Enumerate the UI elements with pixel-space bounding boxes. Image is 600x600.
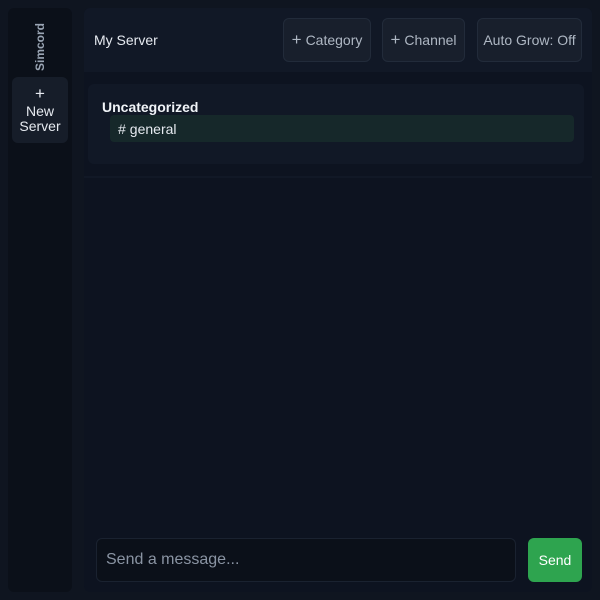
- add-channel-button[interactable]: + Channel: [382, 18, 465, 62]
- divider: [84, 176, 592, 178]
- category-name[interactable]: Uncategorized: [102, 99, 198, 115]
- message-input[interactable]: [96, 538, 516, 582]
- server-rail: Simcord + New Server: [8, 8, 72, 592]
- auto-grow-toggle[interactable]: Auto Grow: Off: [477, 18, 582, 62]
- hash-icon: #: [118, 120, 126, 137]
- auto-grow-label: Auto Grow: Off: [483, 32, 576, 48]
- plus-icon: +: [291, 30, 302, 49]
- new-server-label: New Server: [19, 103, 61, 134]
- add-category-label: Category: [305, 32, 363, 48]
- plus-icon: +: [35, 84, 45, 103]
- category-section: Uncategorized # general: [88, 84, 584, 164]
- channel-name: general: [129, 120, 177, 137]
- app-name: Simcord: [32, 22, 47, 72]
- channel-item-general[interactable]: # general: [110, 115, 574, 142]
- server-header: My Server + Category + Channel Auto Grow…: [84, 8, 592, 72]
- send-button[interactable]: Send: [528, 538, 582, 582]
- server-title: My Server: [94, 32, 158, 48]
- new-server-button[interactable]: + New Server: [12, 77, 68, 143]
- add-channel-label: Channel: [404, 32, 457, 48]
- add-category-button[interactable]: + Category: [283, 18, 371, 62]
- app-brand: Simcord: [8, 16, 72, 78]
- main-panel: My Server + Category + Channel Auto Grow…: [84, 8, 592, 592]
- plus-icon: +: [390, 30, 401, 49]
- app-window: Simcord + New Server My Server + Categor…: [0, 0, 600, 600]
